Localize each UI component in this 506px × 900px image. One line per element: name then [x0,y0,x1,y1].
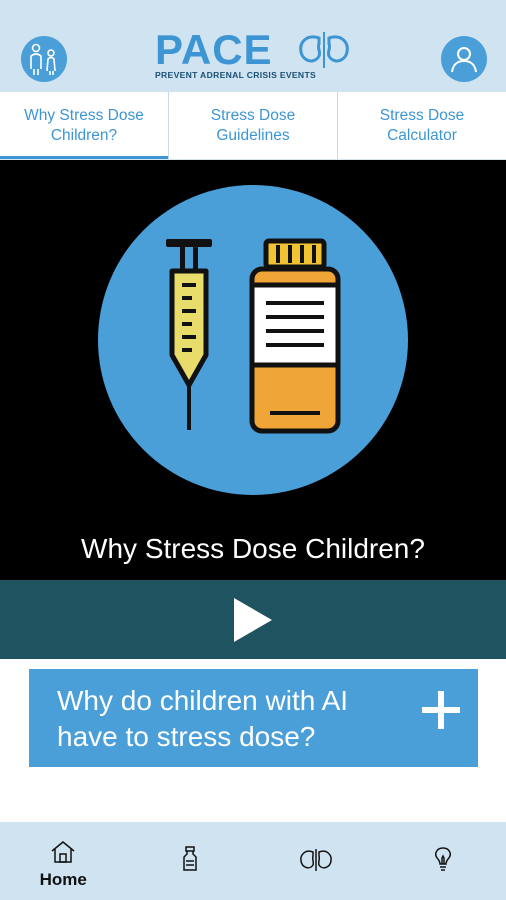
tab-stress-dose-calculator[interactable]: Stress Dose Calculator [338,92,506,159]
nav-item-home[interactable]: Home [0,822,127,900]
play-control-bar[interactable] [0,580,506,659]
faq-question: Why do children with AI have to stress d… [57,685,349,752]
app-screen: PACE PREVENT ADRENAL CRISIS EVENTS Why S… [0,0,506,900]
video-title: Why Stress Dose Children? [81,533,425,564]
home-icon [51,841,75,863]
app-header: PACE PREVENT ADRENAL CRISIS EVENTS [0,0,506,92]
video-thumbnail [98,185,408,495]
nav-item-tips[interactable] [380,822,506,900]
tab-label: Stress Dose Guidelines [210,106,296,144]
tab-stress-dose-guidelines[interactable]: Stress Dose Guidelines [169,92,338,159]
lightbulb-icon [434,847,451,871]
play-icon[interactable] [232,596,274,644]
nav-item-adrenal-info[interactable] [253,822,380,900]
syringe-icon [166,239,212,430]
logo-kidneys-icon [299,32,349,68]
kidneys-icon [300,849,333,871]
faq-accordion-item[interactable]: Why do children with AI have to stress d… [29,669,478,767]
medicine-vial-icon [183,846,197,871]
user-profile-button[interactable] [441,36,487,82]
tab-why-stress-dose-children[interactable]: Why Stress Dose Children? [0,92,169,159]
tab-label: Why Stress Dose Children? [24,106,144,144]
section-tabs: Why Stress Dose Children? Stress Dose Gu… [0,92,506,160]
nav-label-home: Home [39,870,87,889]
pace-logo: PACE PREVENT ADRENAL CRISIS EVENTS [155,28,355,84]
medicine-bottle-icon [249,238,341,434]
logo-subtitle: PREVENT ADRENAL CRISIS EVENTS [155,70,317,80]
nav-item-medication[interactable] [127,822,254,900]
plus-icon[interactable] [418,687,464,733]
logo-title: PACE [155,26,273,73]
family-icon [30,43,56,75]
user-profile-icon [451,47,477,73]
tab-label: Stress Dose Calculator [379,106,465,144]
video-player[interactable]: Why Stress Dose Children? [0,160,506,580]
bottom-navigation: Home [0,822,506,900]
family-button[interactable] [21,36,67,82]
